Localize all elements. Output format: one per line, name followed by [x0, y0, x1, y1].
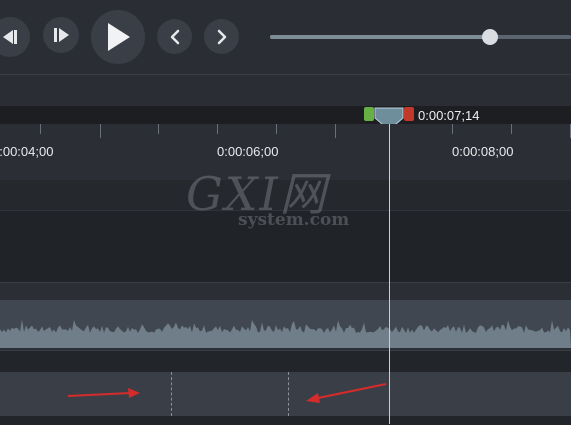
watermark: GXI网 system.com	[186, 170, 356, 250]
ruler-tick	[158, 124, 159, 134]
ruler-tick	[335, 124, 336, 138]
next-button[interactable]	[204, 19, 239, 54]
previous-button[interactable]	[157, 19, 192, 54]
ruler-label: 0:00:04;00	[0, 144, 54, 159]
step-back-button[interactable]	[0, 17, 30, 57]
annotation-arrows	[67, 383, 387, 403]
ruler-label: 0:00:08;00	[452, 144, 514, 159]
ruler-tick	[217, 124, 218, 134]
ruler-tick	[40, 124, 41, 134]
step-forward-icon	[54, 28, 69, 42]
ruler-label: 0:00:06;00	[217, 144, 279, 159]
previous-icon	[170, 29, 179, 44]
transport-bar	[0, 0, 571, 74]
ruler-tick	[100, 124, 101, 138]
marker-strip	[0, 106, 571, 124]
scrub-handle[interactable]	[482, 29, 498, 45]
scrub-progress	[270, 35, 490, 39]
timeline-toolbar	[0, 75, 571, 106]
watermark-sub: system.com	[238, 210, 350, 230]
step-back-icon	[3, 30, 17, 44]
play-icon	[108, 23, 130, 51]
next-icon	[217, 29, 226, 44]
ruler-tick	[511, 124, 512, 134]
arrow-right-annotation	[67, 388, 140, 398]
out-point-marker[interactable]	[404, 107, 414, 121]
audio-clip[interactable]	[0, 300, 571, 348]
play-button[interactable]	[91, 10, 145, 64]
playhead-line[interactable]	[389, 124, 390, 424]
ruler-tick	[452, 124, 453, 134]
playhead-time: 0:00:07;14	[418, 108, 480, 123]
audio-waveform	[0, 319, 571, 348]
ruler-tick	[276, 124, 277, 134]
arrow-left-annotation	[306, 383, 387, 403]
step-forward-button[interactable]	[43, 17, 79, 53]
